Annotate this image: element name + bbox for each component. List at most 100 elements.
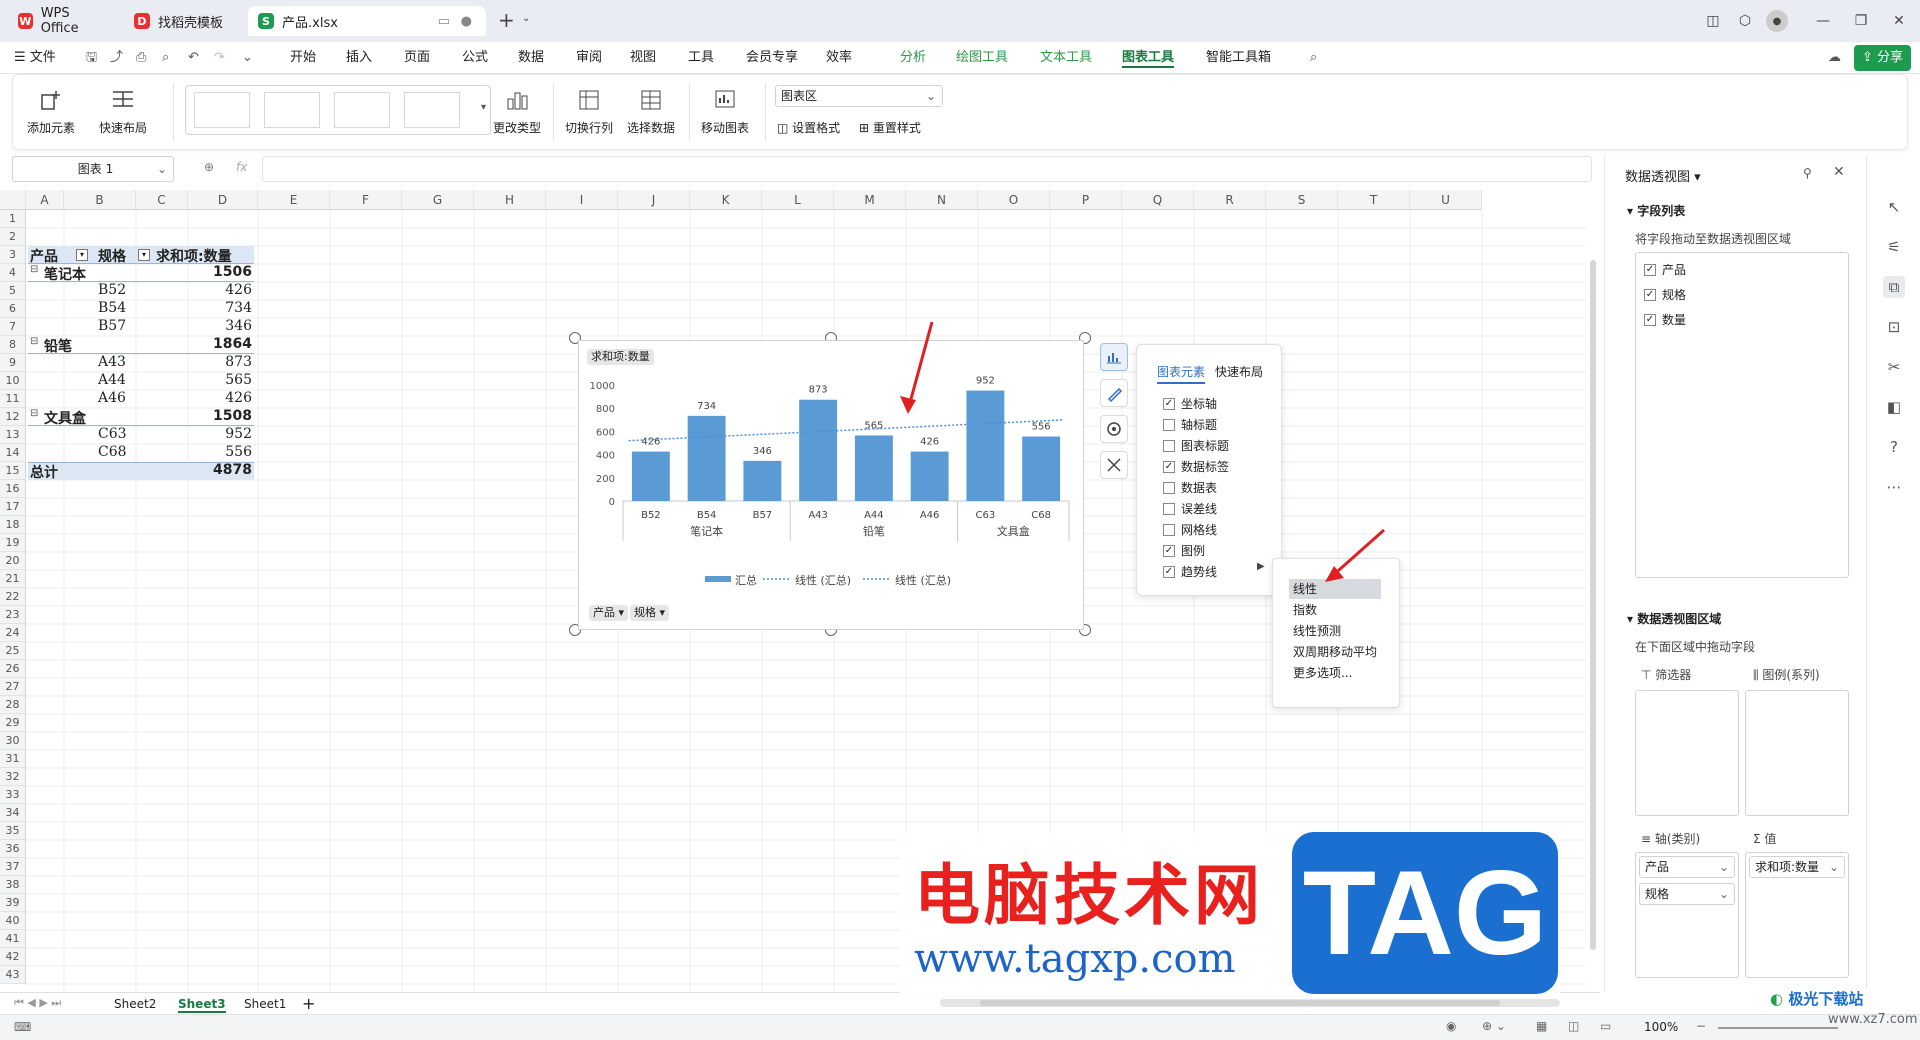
chart-field-product[interactable]: 产品 ▾ xyxy=(589,605,629,621)
chart-element-6[interactable]: 网格线 xyxy=(1163,521,1217,538)
h-scroll-thumb[interactable] xyxy=(980,1000,1500,1006)
menu-6[interactable]: 视图 xyxy=(630,48,656,68)
tab-quick-layout[interactable]: 快速布局 xyxy=(1215,363,1263,380)
menu-1[interactable]: 插入 xyxy=(346,48,372,68)
chart-area-select[interactable]: 图表区 ⌄ xyxy=(775,85,943,107)
bar[interactable] xyxy=(966,390,1005,501)
scroll-thumb[interactable] xyxy=(1590,260,1596,950)
horizontal-scrollbar[interactable] xyxy=(940,999,1560,1007)
normal-view-icon[interactable]: ▦ xyxy=(1536,1019,1547,1033)
checkbox[interactable]: ✓ xyxy=(1163,460,1175,473)
menu-3[interactable]: 公式 xyxy=(462,48,488,68)
filter-drop-zone[interactable] xyxy=(1635,690,1739,816)
tab-template[interactable]: D 找稻壳模板 xyxy=(124,6,242,36)
menu-8[interactable]: 会员专享 xyxy=(746,48,798,68)
menu-green-0[interactable]: 分析 xyxy=(900,48,926,68)
pivot-chart[interactable]: 求和项:数量 0 200 400 600 800 1000 426 B52 734 B54 346 B… xyxy=(578,340,1084,630)
chart-elements-tool[interactable] xyxy=(1100,343,1128,371)
bar[interactable] xyxy=(1022,436,1061,501)
save-icon[interactable]: 🖫 xyxy=(86,48,97,68)
more-icon[interactable]: ⋯ xyxy=(1883,476,1905,498)
quick-layout-button[interactable]: 快速布局 xyxy=(99,87,147,136)
chart-element-7[interactable]: ✓ 图例 xyxy=(1163,542,1205,559)
cube-icon[interactable]: ⬡ xyxy=(1734,10,1756,32)
reset-style-button[interactable]: ⊞ 重置样式 xyxy=(859,119,921,136)
menu-4[interactable]: 数据 xyxy=(518,48,544,68)
tab-chart-elements[interactable]: 图表元素 xyxy=(1157,363,1206,384)
preview-icon[interactable]: ⌕ xyxy=(162,48,169,68)
switch-rowcol-button[interactable]: 切换行列 xyxy=(565,87,613,136)
book-icon[interactable]: ◧ xyxy=(1883,396,1905,418)
spec-filter-dropdown[interactable]: ▾ xyxy=(138,249,150,261)
menu-green-1[interactable]: 绘图工具 xyxy=(956,48,1008,68)
minimize-icon[interactable]: — xyxy=(1812,10,1834,32)
close-icon[interactable]: ✕ xyxy=(1888,10,1910,32)
pivot-area-heading[interactable]: ▾ 数据透视图区域 xyxy=(1627,610,1721,627)
pivot-field-1[interactable]: ✓ 规格 xyxy=(1644,286,1686,303)
chart-element-5[interactable]: 误差线 xyxy=(1163,500,1217,517)
tab-wps-office[interactable]: W WPS Office xyxy=(8,6,116,36)
zoom-level[interactable]: 100% xyxy=(1644,1020,1678,1034)
sheet-tab-sheet1[interactable]: Sheet1 xyxy=(244,995,286,1013)
chart-element-3[interactable]: ✓ 数据标签 xyxy=(1163,458,1229,475)
chart-element-1[interactable]: 轴标题 xyxy=(1163,416,1217,433)
new-tab-button[interactable]: + xyxy=(498,8,515,32)
checkbox[interactable]: ✓ xyxy=(1163,544,1175,557)
legend-drop-zone[interactable] xyxy=(1745,690,1849,816)
menu-green-2[interactable]: 文本工具 xyxy=(1040,48,1092,68)
style-thumb-1[interactable] xyxy=(194,92,250,128)
menu-chart-tools[interactable]: 图表工具 xyxy=(1122,48,1175,68)
pivot-pane-icon[interactable]: ⧉ xyxy=(1883,276,1905,298)
style-thumb-2[interactable] xyxy=(264,92,320,128)
chart-tools-tool[interactable] xyxy=(1100,451,1128,479)
cloud-icon[interactable]: ☁ xyxy=(1828,48,1841,68)
bar[interactable] xyxy=(631,451,670,501)
collapse-icon[interactable]: ⊟ xyxy=(30,264,38,275)
dot-icon[interactable]: ● xyxy=(461,14,472,29)
checkbox[interactable]: ✓ xyxy=(1644,263,1656,276)
eye-icon[interactable]: ◉ xyxy=(1446,1019,1456,1033)
menu-2[interactable]: 页面 xyxy=(404,48,430,68)
print-icon[interactable]: ⎙ xyxy=(136,48,146,68)
trendline-option-2[interactable]: 线性预测 xyxy=(1293,621,1341,641)
pivot-field-2[interactable]: ✓ 数量 xyxy=(1644,311,1686,328)
help-icon[interactable]: ? xyxy=(1883,436,1905,458)
macro-icon[interactable]: ⌨ xyxy=(14,1020,31,1034)
menu-5[interactable]: 审阅 xyxy=(576,48,602,68)
collapse-icon[interactable]: ⊟ xyxy=(30,408,38,419)
collapse-icon[interactable]: ⊟ xyxy=(30,336,38,347)
bar[interactable] xyxy=(743,460,782,501)
share-button[interactable]: ⇪ 分享 xyxy=(1854,45,1912,71)
more-chevron-icon[interactable]: ⌄ xyxy=(242,48,253,68)
screen-icon[interactable]: ▭ xyxy=(438,14,450,29)
fx-icon[interactable]: fx xyxy=(236,160,247,174)
restore-icon[interactable]: ❐ xyxy=(1850,10,1872,32)
zoom-slider[interactable] xyxy=(1718,1027,1838,1029)
values-drop-zone[interactable]: 求和项:数量 ⌄ xyxy=(1745,852,1849,978)
pane-close-icon[interactable]: ✕ xyxy=(1833,164,1845,180)
checkbox[interactable] xyxy=(1163,418,1175,431)
menu-7[interactable]: 工具 xyxy=(688,48,714,68)
chart-element-2[interactable]: 图表标题 xyxy=(1163,437,1229,454)
pin-icon[interactable]: ⚲ xyxy=(1803,166,1812,180)
undo-icon[interactable]: ↶ xyxy=(188,48,199,68)
checkbox[interactable] xyxy=(1163,439,1175,452)
export-icon[interactable]: ⤴ xyxy=(110,48,123,68)
product-filter-dropdown[interactable]: ▾ xyxy=(76,249,88,261)
search-icon[interactable]: ⌕ xyxy=(1310,48,1317,68)
chart-field-spec[interactable]: 规格 ▾ xyxy=(630,605,670,621)
layout-icon[interactable]: ◫ xyxy=(1702,10,1724,32)
trendline-option-4[interactable]: 更多选项... xyxy=(1293,663,1352,683)
set-format-button[interactable]: ◫ 设置格式 xyxy=(777,119,840,136)
axis-drop-zone[interactable]: 产品 ⌄ 规格 ⌄ xyxy=(1635,852,1739,978)
chart-filter-tool[interactable] xyxy=(1100,415,1128,443)
chart-element-0[interactable]: ✓ 坐标轴 xyxy=(1163,395,1217,412)
add-element-button[interactable]: 添加元素 xyxy=(27,87,75,136)
field-list-heading[interactable]: ▾ 字段列表 xyxy=(1627,202,1685,219)
menu-smart-toolbox[interactable]: 智能工具箱 xyxy=(1206,48,1271,68)
sheet-tab-sheet2[interactable]: Sheet2 xyxy=(114,995,156,1013)
select-data-button[interactable]: 选择数据 xyxy=(627,87,675,136)
value-field-sum[interactable]: 求和项:数量 ⌄ xyxy=(1749,856,1845,878)
chart-style-gallery[interactable]: ▾ xyxy=(185,85,491,135)
axis-field-product[interactable]: 产品 ⌄ xyxy=(1639,856,1735,878)
